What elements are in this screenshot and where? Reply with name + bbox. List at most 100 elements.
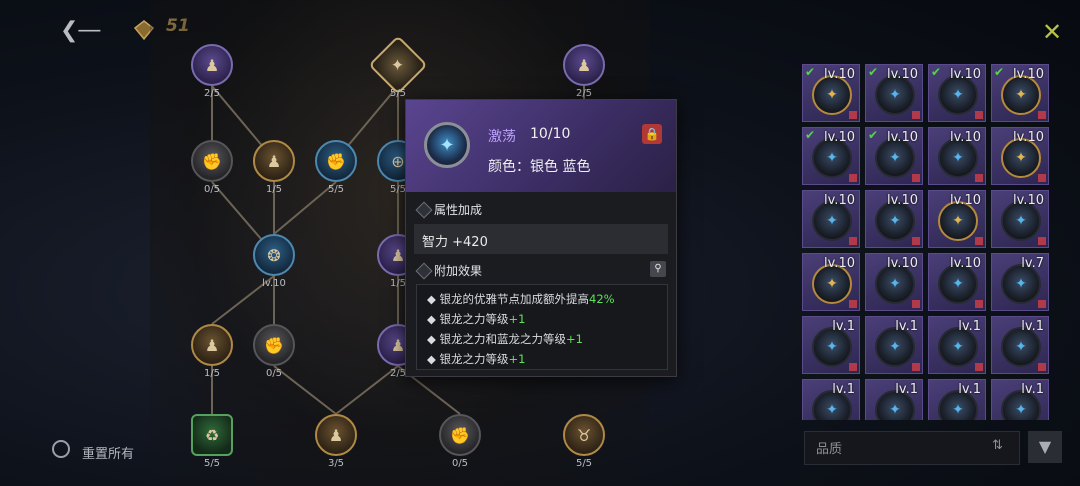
rarity-marker [849, 300, 857, 308]
tree-node-label: 3/5 [327, 458, 345, 469]
gem-slot[interactable]: ✦ lv.10 ✔ [865, 64, 923, 122]
gem-level: lv.10 [887, 130, 918, 145]
gem-level: lv.1 [1021, 319, 1044, 334]
gem-slot[interactable]: ✦ lv.1 [802, 379, 860, 420]
gem-slot[interactable]: ✦ lv.1 [802, 316, 860, 374]
gem-slot[interactable]: ✦ lv.10 ✔ [928, 64, 986, 122]
gem-slot[interactable]: ✦ lv.10 [991, 127, 1049, 185]
rarity-marker [849, 111, 857, 119]
tree-node-icon: ♟ [390, 335, 406, 355]
rarity-marker [849, 363, 857, 371]
effect-line: ◆ 银龙之力等级+1 [427, 352, 526, 366]
tree-node-label: 2/5 [575, 88, 593, 99]
rarity-marker [1038, 363, 1046, 371]
gem-slot[interactable]: ✦ lv.10 ✔ [802, 64, 860, 122]
rarity-marker [912, 300, 920, 308]
tree-node[interactable]: ✊ [253, 324, 295, 366]
tree-node[interactable]: ✊ [439, 414, 481, 456]
funnel-icon[interactable]: ▼ [1028, 431, 1062, 463]
tree-node[interactable]: ♟ [315, 414, 357, 456]
tree-node-icon: ⊕ [391, 151, 405, 171]
extra-section-title: 附加效果 [434, 264, 483, 278]
gem-slot[interactable]: ✦ lv.10 [928, 127, 986, 185]
tree-node-icon: ✊ [450, 425, 470, 445]
rarity-marker [975, 363, 983, 371]
rarity-marker [1038, 111, 1046, 119]
gem-slot[interactable]: ✦ lv.10 ✔ [991, 64, 1049, 122]
gem-level: lv.10 [824, 130, 855, 145]
gem-slot[interactable]: ✦ lv.1 [928, 379, 986, 420]
rarity-marker [1038, 174, 1046, 182]
tree-node[interactable]: ❂ [253, 234, 295, 276]
rarity-marker [849, 237, 857, 245]
rarity-marker [975, 174, 983, 182]
tree-node-icon: ♟ [328, 425, 344, 445]
gem-level: lv.10 [824, 256, 855, 271]
item-level: 10/10 [530, 126, 571, 142]
tree-node-icon: ♟ [390, 245, 406, 265]
gem-level: lv.10 [1013, 67, 1044, 82]
tree-node-label: lv.10 [262, 278, 286, 289]
magnify-icon[interactable]: ⚲ [650, 261, 666, 277]
tree-node[interactable]: ✊ [191, 140, 233, 182]
lock-icon[interactable]: 🔒 [642, 124, 662, 144]
effect-line: ◆ 银龙之力和蓝龙之力等级+1 [427, 332, 583, 346]
tree-node-label: 5/5 [389, 88, 407, 99]
tree-node-label: 0/5 [203, 184, 221, 195]
filter-label: 品质 [816, 442, 843, 457]
gem-slot[interactable]: ✦ lv.10 [865, 190, 923, 248]
gem-level: lv.10 [824, 193, 855, 208]
reset-all-button[interactable]: 重置所有 [82, 443, 134, 462]
tree-node-icon: ♟ [204, 335, 220, 355]
gem-slot[interactable]: ✦ lv.1 [991, 316, 1049, 374]
tree-node[interactable]: ♉ [563, 414, 605, 456]
gem-slot[interactable]: ✦ lv.10 ✔ [865, 127, 923, 185]
rarity-marker [912, 237, 920, 245]
tree-node[interactable]: ♟ [253, 140, 295, 182]
tree-node[interactable]: ✊ [315, 140, 357, 182]
gem-slot[interactable]: ✦ lv.10 [802, 253, 860, 311]
gem-level: lv.1 [958, 319, 981, 334]
gem-slot[interactable]: ✦ lv.10 [928, 253, 986, 311]
gem-slot[interactable]: ✦ lv.10 [991, 190, 1049, 248]
equipped-check-icon: ✔ [994, 65, 1005, 79]
rarity-marker [975, 111, 983, 119]
tree-node-label: 5/5 [203, 458, 221, 469]
gem-slot[interactable]: ✦ lv.1 [991, 379, 1049, 420]
gem-slot[interactable]: ✦ lv.10 [928, 190, 986, 248]
gem-slot[interactable]: ✦ lv.10 [865, 253, 923, 311]
rarity-marker [1038, 300, 1046, 308]
gem-slot[interactable]: ✦ lv.10 [802, 190, 860, 248]
gem-slot[interactable]: ✦ lv.1 [865, 316, 923, 374]
gem-level: lv.1 [832, 319, 855, 334]
sort-icon[interactable]: ⇅ [992, 438, 1003, 453]
rarity-marker [849, 174, 857, 182]
item-name: 激荡 [488, 129, 516, 145]
gem-slot[interactable]: ✦ lv.1 [928, 316, 986, 374]
gem-level: lv.10 [950, 193, 981, 208]
gem-level: lv.1 [895, 382, 918, 397]
tree-node-icon: ✦ [391, 55, 405, 75]
rarity-marker [912, 363, 920, 371]
gem-level: lv.10 [1013, 130, 1044, 145]
tree-node-label: 0/5 [451, 458, 469, 469]
gem-level: lv.10 [950, 67, 981, 82]
reset-icon[interactable] [52, 440, 70, 458]
tree-node[interactable]: ♟ [191, 324, 233, 366]
equipped-check-icon: ✔ [868, 128, 879, 142]
tree-node[interactable]: ♟ [191, 44, 233, 86]
section-bullet-icon [415, 262, 433, 280]
tree-node-label: 5/5 [575, 458, 593, 469]
equipped-check-icon: ✔ [868, 65, 879, 79]
tree-node[interactable]: ♟ [563, 44, 605, 86]
gem-slot[interactable]: ✦ lv.7 [991, 253, 1049, 311]
tree-node-label: 2/5 [203, 88, 221, 99]
gem-level: lv.10 [950, 130, 981, 145]
item-tooltip: ✦ 激荡 10/10 颜色：银色 蓝色 🔒 属性加成 智力 +420 附加效果 … [405, 99, 677, 377]
gem-slot[interactable]: ✦ lv.10 ✔ [802, 127, 860, 185]
effect-line: ◆ 银龙之力等级+1 [427, 312, 526, 326]
gem-level: lv.1 [1021, 382, 1044, 397]
tree-node[interactable]: ♻ [191, 414, 233, 456]
gem-slot[interactable]: ✦ lv.1 [865, 379, 923, 420]
gem-level: lv.1 [832, 382, 855, 397]
